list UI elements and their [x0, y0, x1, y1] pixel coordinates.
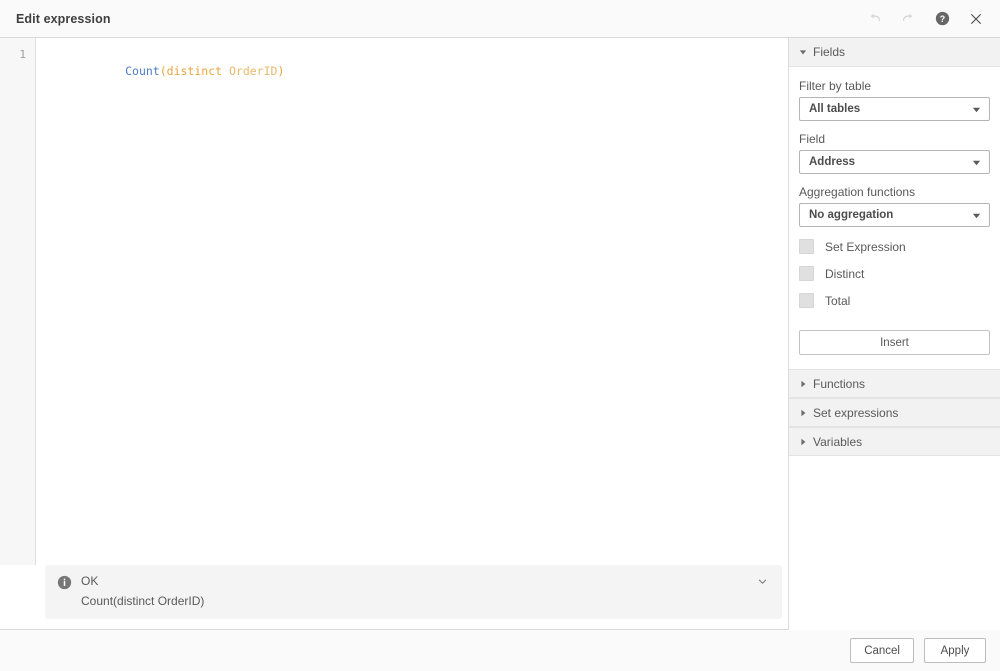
checkbox-set-expression[interactable]: [799, 239, 814, 254]
status-title: OK: [81, 574, 754, 589]
line-number-gutter: 1: [0, 38, 36, 565]
expression-editor[interactable]: 1 Count(distinct OrderID): [0, 38, 788, 565]
checkbox-row-distinct[interactable]: Distinct: [799, 266, 990, 281]
expression-editor-pane: 1 Count(distinct OrderID): [0, 38, 788, 630]
insert-button[interactable]: Insert: [799, 330, 990, 355]
redo-arrow-icon: [901, 11, 916, 26]
titlebar-actions: ?: [862, 7, 988, 31]
caret-right-icon: [796, 438, 810, 446]
section-title-fields: Fields: [813, 45, 845, 59]
token-space: [222, 64, 229, 78]
token-paren-close: ): [277, 64, 284, 78]
checkbox-label-distinct: Distinct: [825, 267, 864, 281]
dialog-body: 1 Count(distinct OrderID): [0, 38, 1000, 630]
chevron-down-icon: [970, 105, 982, 114]
section-header-variables[interactable]: Variables: [789, 427, 1000, 456]
token-field-name: OrderID: [229, 64, 277, 78]
line-number: 1: [0, 47, 26, 63]
filter-by-table-value: All tables: [809, 103, 970, 115]
close-button[interactable]: [964, 7, 988, 31]
token-paren-open: (: [160, 64, 167, 78]
field-value: Address: [809, 156, 970, 168]
section-title-set-expressions: Set expressions: [813, 406, 898, 420]
dialog-titlebar: Edit expression: [0, 0, 1000, 38]
field-select[interactable]: Address: [799, 150, 990, 174]
section-title-functions: Functions: [813, 377, 865, 391]
undo-arrow-icon: [867, 11, 882, 26]
caret-right-icon: [796, 409, 810, 417]
code-content[interactable]: Count(distinct OrderID): [36, 38, 788, 565]
redo-button[interactable]: [896, 7, 920, 31]
dialog-title: Edit expression: [16, 12, 862, 26]
help-button[interactable]: ?: [930, 7, 954, 31]
checkbox-label-set-expression: Set Expression: [825, 240, 906, 254]
token-function: Count: [125, 64, 160, 78]
checkbox-total[interactable]: [799, 293, 814, 308]
fields-section-content: Filter by table All tables Field Address…: [789, 67, 1000, 369]
checkbox-label-total: Total: [825, 294, 850, 308]
checkbox-distinct[interactable]: [799, 266, 814, 281]
expression-status-bar[interactable]: OK Count(distinct OrderID): [45, 565, 782, 619]
status-text-group: OK Count(distinct OrderID): [81, 574, 754, 609]
undo-button[interactable]: [862, 7, 886, 31]
close-x-icon: [969, 12, 983, 26]
token-keyword-distinct: distinct: [167, 64, 222, 78]
field-label: Field: [799, 132, 990, 146]
checkbox-row-set-expression[interactable]: Set Expression: [799, 239, 990, 254]
status-detail: Count(distinct OrderID): [81, 594, 754, 609]
apply-button[interactable]: Apply: [924, 638, 986, 663]
section-header-functions[interactable]: Functions: [789, 369, 1000, 398]
section-header-fields[interactable]: Fields: [789, 38, 1000, 67]
expression-side-panel: Fields Filter by table All tables Field …: [788, 38, 1000, 630]
info-circle-icon: [57, 575, 72, 593]
caret-right-icon: [796, 380, 810, 388]
code-line-1: Count(distinct OrderID): [42, 47, 788, 95]
aggregation-functions-value: No aggregation: [809, 209, 970, 221]
filter-by-table-label: Filter by table: [799, 79, 990, 93]
svg-text:?: ?: [939, 14, 944, 24]
help-circle-icon: ?: [935, 11, 950, 26]
chevron-down-icon: [970, 158, 982, 167]
section-title-variables: Variables: [813, 435, 862, 449]
cancel-button[interactable]: Cancel: [850, 638, 914, 663]
dialog-footer: Cancel Apply: [0, 630, 1000, 671]
checkbox-row-total[interactable]: Total: [799, 293, 990, 308]
section-header-set-expressions[interactable]: Set expressions: [789, 398, 1000, 427]
filter-by-table-select[interactable]: All tables: [799, 97, 990, 121]
chevron-down-icon: [970, 211, 982, 220]
aggregation-functions-label: Aggregation functions: [799, 185, 990, 199]
edit-expression-dialog: Edit expression: [0, 0, 1000, 671]
chevron-down-icon[interactable]: [754, 576, 770, 587]
caret-down-icon: [796, 48, 810, 56]
aggregation-functions-select[interactable]: No aggregation: [799, 203, 990, 227]
